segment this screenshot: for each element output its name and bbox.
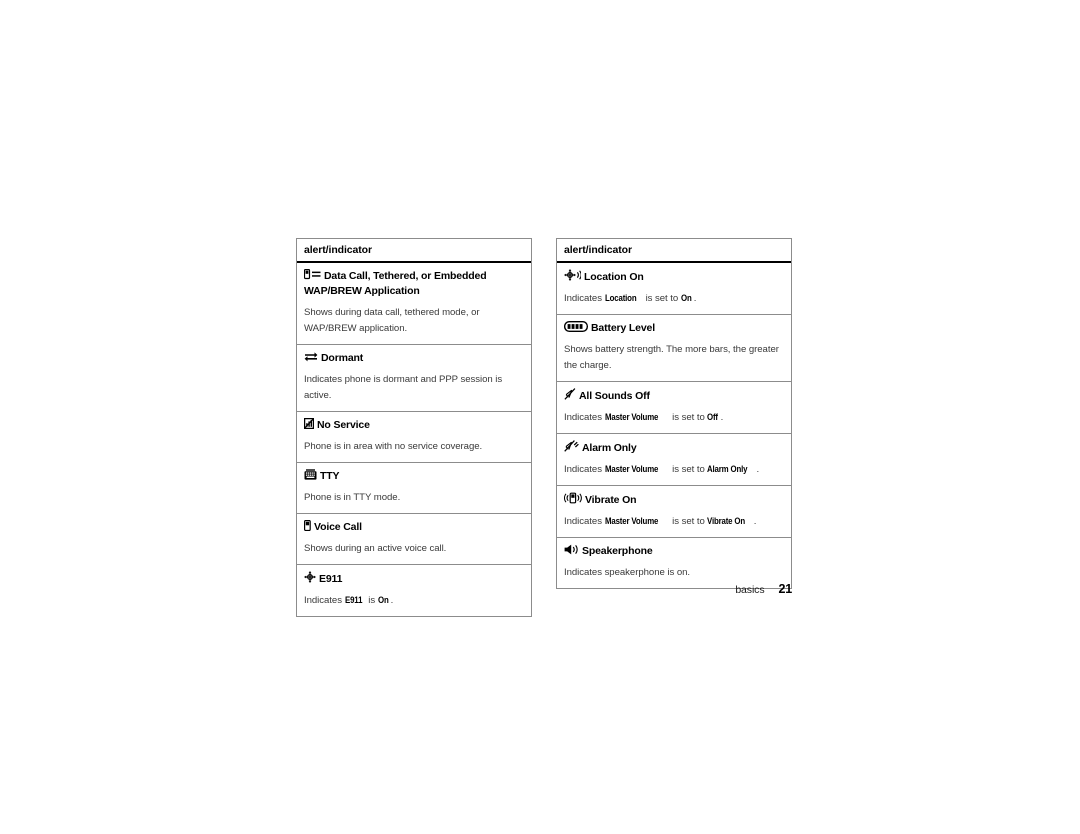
voice-call-icon [304,520,311,531]
all-sounds-off-icon [564,388,576,400]
indicator-row: Dormant Indicates phone is dormant and PP… [297,345,531,412]
setting-name: On [377,595,389,606]
indicator-description: Indicates Master Volume is set to Alarm … [557,456,791,485]
indicator-label: No Service [317,419,370,431]
indicator-row: Data Call, Tethered, or Embedded WAP/BRE… [297,263,531,345]
setting-name: Master Volume [604,464,658,475]
indicator-label: Battery Level [591,322,655,334]
manual-page: alert/indicator Data Call, Tethered, or … [0,0,1080,834]
indicator-term: Voice Call [297,514,531,535]
speakerphone-icon [564,544,579,555]
indicator-table: alert/indicator Location On Indicates Loc… [556,238,792,589]
page-footer: basics 21 [556,580,792,598]
indicator-term: Location On [557,263,791,285]
indicator-row: Vibrate On Indicates Master Volume is set… [557,486,791,538]
indicator-description: Phone is in area with no service coverag… [304,441,483,452]
indicator-row: Location On Indicates Location is set to … [557,263,791,315]
data-call-icon [304,269,321,280]
table-body: Location On Indicates Location is set to … [557,263,791,588]
indicator-term: Vibrate On [557,486,791,508]
indicator-term: Dormant [297,345,531,366]
indicator-description: Shows during an active voice call. [304,543,447,554]
indicator-description: Phone is in TTY mode. [304,492,401,503]
indicator-row: Alarm Only Indicates Master Volume is set… [557,434,791,486]
indicator-table-left: alert/indicator Data Call, Tethered, or … [296,238,532,617]
indicator-term: E911 [297,565,531,587]
page-number: 21 [778,582,792,596]
vibrate-on-icon [564,492,582,504]
indicator-label: Speakerphone [582,545,653,557]
setting-name: Alarm Only [707,464,748,475]
setting-name: On [680,293,692,304]
indicator-description: Shows battery strength. The more bars, t… [564,344,779,371]
indicator-description: Shows during data call, tethered mode, o… [304,307,480,334]
setting-name: Location [604,293,637,304]
setting-name: E911 [344,595,362,606]
indicator-row: Voice Call Shows during an active voice c… [297,514,531,565]
indicator-term: All Sounds Off [557,382,791,404]
indicator-table: alert/indicator Data Call, Tethered, or … [296,238,532,617]
indicator-label: Vibrate On [585,494,637,506]
setting-name: Off [707,412,719,423]
table-header-alert-indicator: alert/indicator [557,239,791,263]
battery-level-icon [564,321,588,332]
e911-icon [304,571,316,583]
setting-name: Master Volume [604,412,658,423]
indicator-term: TTY [297,463,531,484]
setting-name: Master Volume [604,516,658,527]
alarm-only-icon [564,440,579,452]
indicator-term: Speakerphone [557,538,791,559]
indicator-term: No Service [297,412,531,433]
indicator-label: E911 [319,573,343,585]
indicator-description: Indicates Master Volume is set to Vibrat… [557,508,791,537]
indicator-label: Data Call, Tethered, or Embedded WAP/BRE… [304,270,487,297]
indicator-label: Dormant [321,352,364,364]
indicator-description: Indicates phone is dormant and PPP sessi… [304,374,503,401]
indicator-term: Data Call, Tethered, or Embedded WAP/BRE… [297,263,531,299]
indicator-description: Indicates Location is set to On. [557,285,791,314]
indicator-label: Alarm Only [582,442,637,454]
indicator-label: Voice Call [314,521,362,533]
tty-icon [304,469,317,480]
footer-section-label: basics [735,584,765,596]
setting-name: Vibrate On [707,516,746,527]
indicator-description: Indicates Master Volume is set to Off. [557,404,791,433]
indicator-row: TTY Phone is in TTY mode. [297,463,531,514]
indicator-label: Location On [584,271,644,283]
table-header-alert-indicator: alert/indicator [297,239,531,263]
indicator-label: All Sounds Off [579,390,650,402]
indicator-row: No Service Phone is in area with no servi… [297,412,531,463]
indicator-term: Battery Level [557,315,791,336]
no-service-icon [304,418,314,429]
indicator-row: E911 Indicates E911 is On. [297,565,531,616]
indicator-row: Battery Level Shows battery strength. The… [557,315,791,382]
table-body: Data Call, Tethered, or Embedded WAP/BRE… [297,263,531,616]
indicator-table-right: alert/indicator Location On Indicates Loc… [556,238,792,589]
indicator-description: Indicates E911 is On. [297,587,531,616]
indicator-term: Alarm Only [557,434,791,456]
dormant-icon [304,351,318,362]
location-on-icon [564,269,581,281]
indicator-label: TTY [320,470,340,482]
indicator-row: All Sounds Off Indicates Master Volume is… [557,382,791,434]
